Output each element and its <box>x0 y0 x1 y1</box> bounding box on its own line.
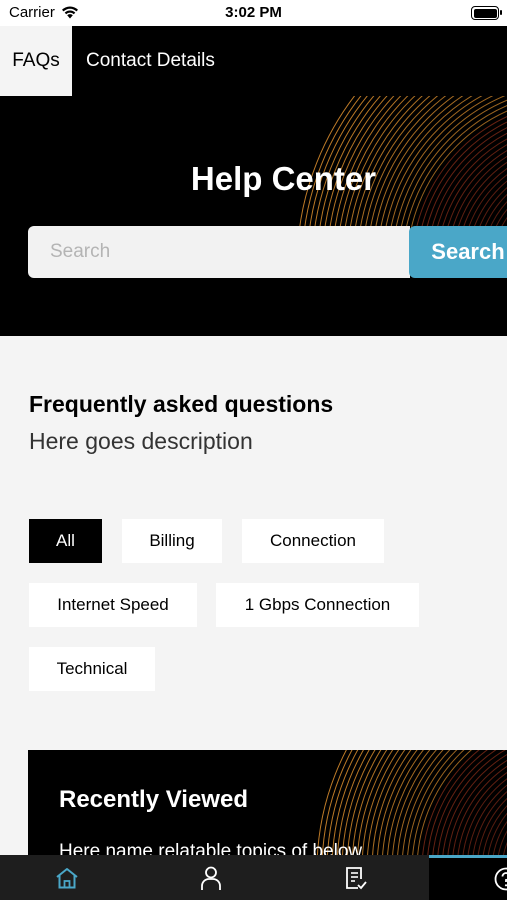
nav-home[interactable] <box>27 855 107 900</box>
category-chip-billing[interactable]: Billing <box>122 519 222 563</box>
nav-profile[interactable] <box>171 855 251 900</box>
help-icon <box>494 867 507 891</box>
category-chip-technical[interactable]: Technical <box>29 647 155 691</box>
category-chip-internet-speed[interactable]: Internet Speed <box>29 583 197 627</box>
top-tab-bar: FAQs Contact Details <box>0 26 507 96</box>
battery-icon <box>471 6 502 20</box>
search-bar: Search <box>28 226 507 278</box>
hero-pattern-graphic <box>296 96 507 267</box>
tab-faqs[interactable]: FAQs <box>0 26 72 96</box>
search-button[interactable]: Search <box>409 226 507 278</box>
person-icon <box>201 866 221 890</box>
category-chip-connection[interactable]: Connection <box>242 519 384 563</box>
status-bar: Carrier 3:02 PM <box>0 0 507 26</box>
category-chip-all[interactable]: All <box>29 519 102 563</box>
search-input[interactable] <box>28 226 411 278</box>
recently-viewed-title: Recently Viewed <box>59 786 248 813</box>
nav-bills[interactable] <box>315 855 395 900</box>
faq-description: Here goes description <box>29 428 253 454</box>
document-check-icon <box>346 866 367 889</box>
faq-heading: Frequently asked questions <box>29 391 334 417</box>
page-title: Help Center <box>190 160 377 197</box>
home-icon <box>56 867 78 888</box>
bottom-nav <box>0 855 507 900</box>
nav-help[interactable] <box>429 855 507 900</box>
recently-viewed-card[interactable]: Recently Viewed Here name relatable topi… <box>28 750 507 860</box>
help-center-hero: Help Center Search <box>0 96 507 336</box>
category-chip-1-gbps-connection[interactable]: 1 Gbps Connection <box>216 583 419 627</box>
status-time: 3:02 PM <box>225 4 282 21</box>
tab-contact-details[interactable]: Contact Details <box>72 26 229 96</box>
